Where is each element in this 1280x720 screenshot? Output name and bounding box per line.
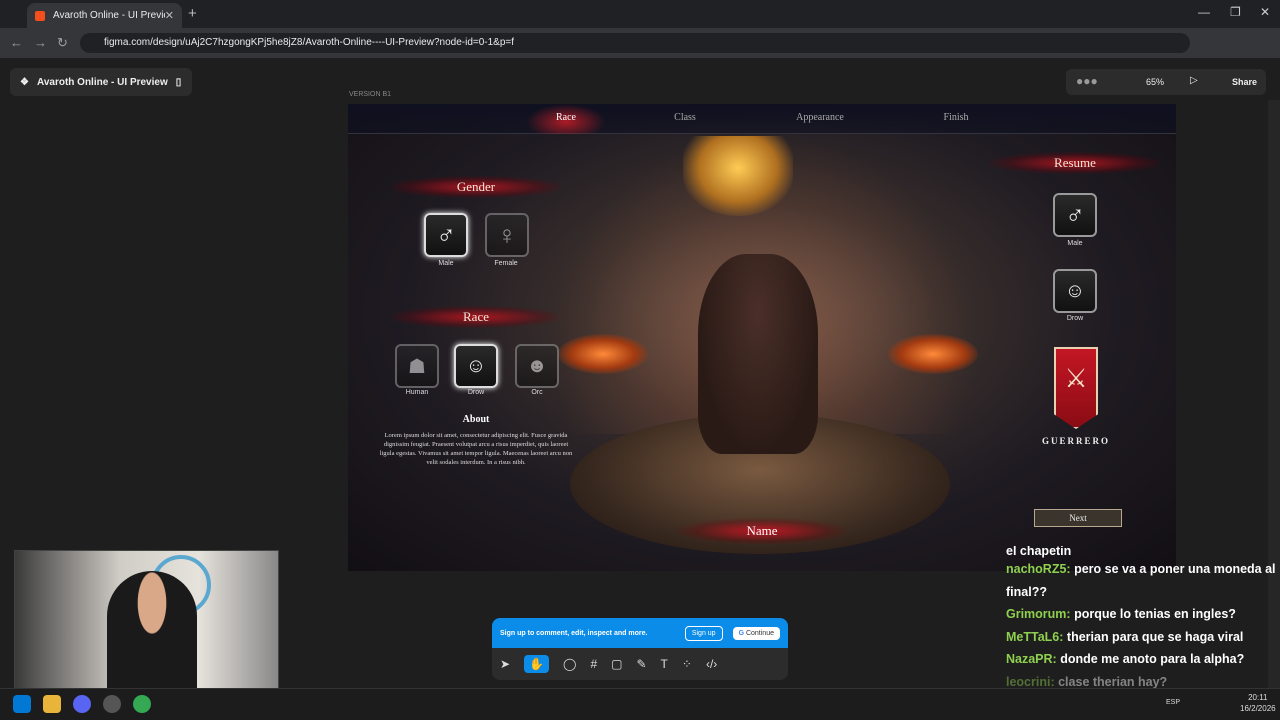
reload-icon[interactable]: ↻ [57,35,68,51]
chandelier-image [683,136,793,216]
character-model [698,254,818,454]
signup-button[interactable]: Sign up [684,625,723,641]
comment-tool-icon[interactable]: ◯ [563,657,576,671]
race-title: Race [391,306,561,328]
game-frame[interactable]: Race Class Appearance Finish Gender ♂ ♀ … [348,104,1176,571]
windows-taskbar [0,688,1280,720]
minimize-button[interactable]: — [1198,5,1210,19]
figma-logo-icon: ❖ [20,76,29,88]
chat-message: MeTTaL6: therian para que se haga viral [1006,629,1244,644]
female-button[interactable]: ♀ [485,213,529,257]
about-panel: About Lorem ipsum dolor sit amet, consec… [376,414,576,467]
male-icon: ♂ [436,219,456,250]
male-button[interactable]: ♂ [424,213,468,257]
continue-google-button[interactable]: G Continue [732,626,780,640]
female-label: Female [494,260,518,267]
orc-label: Orc [531,389,543,396]
brazier-right-image [888,334,978,374]
orc-button[interactable]: ☻ [515,344,559,388]
share-button[interactable]: Share [1232,77,1257,87]
close-tab-icon[interactable]: ✕ [165,9,174,22]
resume-gender-icon: ♂ [1053,193,1097,237]
resume-title: Resume [990,152,1160,174]
orc-portrait-icon: ☻ [526,354,548,377]
about-title: About [462,414,490,425]
next-button[interactable]: Next [1034,509,1122,527]
explorer-icon[interactable] [43,695,61,713]
name-field[interactable]: Name [678,518,846,544]
figma-file-bar[interactable]: ❖ Avaroth Online - UI Preview ▯ [10,68,192,96]
streamer-image [107,571,197,697]
file-name: Avaroth Online - UI Preview [36,76,168,88]
drow-button[interactable]: ☺ [454,344,498,388]
chat-message: NazaPR: donde me anoto para la alpha? [1006,652,1245,666]
male-label: Male [438,260,454,267]
close-window-button[interactable]: ✕ [1260,5,1270,19]
restore-button[interactable]: ❐ [1230,5,1241,19]
about-text: Lorem ipsum dolor sit amet, consectetur … [379,432,573,466]
components-tool-icon[interactable]: ⁘ [682,657,692,671]
obs-icon[interactable] [103,695,121,713]
figma-right-bar: ●●● 65% ▷ Share [1066,69,1266,95]
figma-toolbar: ➤ ✋ ◯ # ▢ ✎ T ⁘ ‹/› [492,648,788,680]
clock[interactable]: 20:11 16/2/2026 [1240,692,1276,714]
tab-race[interactable]: Race [526,112,606,123]
text-tool-icon[interactable]: T [661,657,668,671]
human-portrait-icon: ☗ [408,355,426,378]
chat-message: Grimorum: porque lo tenias en ingles? [1006,607,1236,621]
start-icon[interactable] [13,695,31,713]
resume-race-label: Drow [1066,315,1084,322]
chat-message: nachoRZ5: pero se va a poner una moneda … [1006,562,1276,599]
chat-overlay: el chapetin nachoRZ5: pero se va a poner… [1006,546,1280,693]
google-icon: G [738,629,746,637]
language-indicator[interactable]: ESP [1166,699,1180,706]
pen-tool-icon[interactable]: ✎ [636,657,646,671]
resume-gender-label: Male [1067,240,1083,247]
step-tabs [348,104,1176,134]
shape-tool-icon[interactable]: ▢ [611,657,622,671]
hand-tool-icon[interactable]: ✋ [524,655,550,673]
signup-text: Sign up to comment, edit, inspect and mo… [500,629,648,637]
human-button[interactable]: ☗ [395,344,439,388]
chrome-icon[interactable] [133,695,151,713]
frame-tool-icon[interactable]: # [590,657,597,671]
drow-portrait-icon: ☺ [465,354,487,377]
zoom-level[interactable]: 65% [1146,77,1164,87]
female-icon: ♀ [497,219,517,250]
present-icon[interactable]: ▷ [1190,75,1198,86]
brazier-left-image [558,334,648,374]
tab-finish[interactable]: Finish [916,112,996,123]
forward-icon[interactable]: → [34,35,47,50]
chat-message: el chapetin [1006,546,1072,558]
human-label: Human [405,389,429,396]
new-tab-button[interactable]: + [188,5,197,22]
browser-tab[interactable]: Avaroth Online - UI Preview – F✕ [27,3,182,28]
dev-mode-icon[interactable]: ‹/› [706,657,717,671]
frame-label: VERSION B1 [349,91,392,98]
avatars[interactable]: ●●● [1076,74,1098,88]
gender-title: Gender [391,176,561,198]
back-icon[interactable]: ← [10,35,23,50]
figma-icon [35,10,45,21]
class-name: GUERRERO [1041,436,1110,446]
sidebar-toggle-icon[interactable]: ▯ [176,77,182,88]
discord-icon[interactable] [73,695,91,713]
tab-appearance[interactable]: Appearance [780,112,860,123]
signup-banner: Sign up to comment, edit, inspect and mo… [492,618,788,648]
move-tool-icon[interactable]: ➤ [500,657,510,671]
tab-class[interactable]: Class [645,112,725,123]
resume-race-icon: ☺ [1053,269,1097,313]
webcam-overlay [14,550,279,698]
url-input[interactable]: figma.com/design/uAj2C7hzgongKPj5he8jZ8/… [80,33,1190,53]
drow-label: Drow [467,389,485,396]
class-banner-icon: ⚔ [1054,347,1098,429]
